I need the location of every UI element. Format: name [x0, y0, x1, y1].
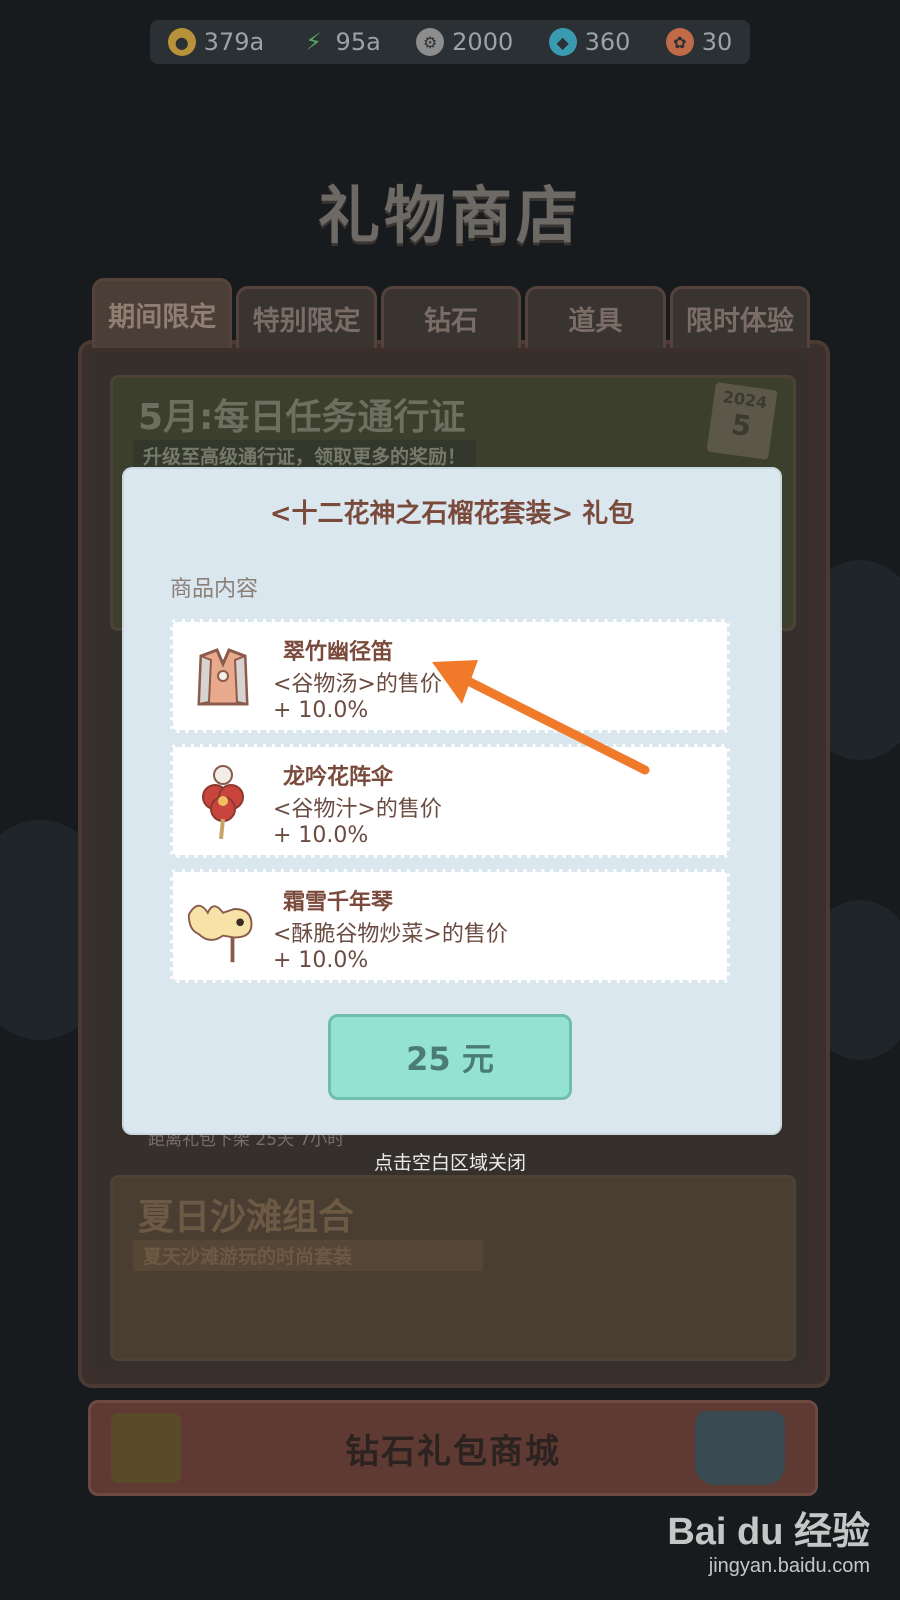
close-hint[interactable]: 点击空白区域关闭	[0, 1148, 900, 1175]
contents-label: 商品内容	[170, 577, 259, 602]
buy-button[interactable]: 25 元	[328, 1014, 572, 1100]
item-bonus: + 10.0%	[273, 948, 369, 973]
item-bonus: + 10.0%	[273, 698, 369, 723]
currency-ticket-value: 30	[701, 28, 733, 56]
watermark-logo: Bai du 经验	[667, 1511, 870, 1553]
gift-pack-modal: <十二花神之石榴花套装> 礼包 商品内容 翠竹幽径笛 <谷物汤>的售价 + 10…	[122, 467, 782, 1135]
page-title: 礼物商店	[317, 179, 582, 252]
item-description: <酥脆谷物炒菜>的售价	[273, 922, 508, 947]
item-description: <谷物汁>的售价	[273, 797, 442, 822]
shop-tabs: 期间限定 特别限定 钻石 道具 限时体验	[92, 278, 811, 348]
item-bonus: + 10.0%	[273, 823, 369, 848]
modal-title: <十二花神之石榴花套装> 礼包	[269, 499, 635, 529]
banner-beach-subtitle: 夏天沙滩游玩的时尚套装	[133, 1240, 483, 1271]
goldfish-lantern-icon	[185, 890, 261, 966]
diamond-shop-label: 钻石礼包商城	[345, 1431, 561, 1472]
currency-diamond[interactable]: ◆ 360	[548, 28, 631, 56]
item-name: 龙吟花阵伞	[283, 765, 394, 790]
lightning-icon: ⚡	[305, 28, 322, 56]
diamond-gift-shop-button[interactable]: 钻石礼包商城	[88, 1400, 818, 1496]
banner-beach-title: 夏日沙滩组合	[138, 1197, 355, 1238]
gift-item-card: 霜雪千年琴 <酥脆谷物炒菜>的售价 + 10.0%	[170, 869, 730, 983]
banner-pass-title: 5月:每日任务通行证	[138, 397, 466, 438]
baidu-watermark: Bai du 经验 jingyan.baidu.com	[667, 1500, 870, 1578]
tab-limited-period[interactable]: 期间限定	[92, 278, 233, 348]
currency-token-value: 2000	[452, 28, 514, 56]
currency-gold-value: 379a	[203, 28, 265, 56]
tab-special-limited[interactable]: 特别限定	[236, 286, 377, 348]
currency-bar: ● 379a ⚡ 95a ⚙ 2000 ◆ 360 ✿ 30	[150, 20, 750, 64]
item-name: 霜雪千年琴	[283, 890, 394, 915]
item-name: 翠竹幽径笛	[283, 640, 394, 665]
flower-umbrella-icon	[185, 765, 261, 841]
calendar-icon: 2024 5	[706, 382, 778, 460]
item-description: <谷物汤>的售价	[273, 672, 442, 697]
gear-token-icon: ⚙	[416, 28, 445, 56]
vest-icon	[185, 640, 261, 716]
currency-ticket[interactable]: ✿ 30	[665, 28, 733, 56]
currency-token[interactable]: ⚙ 2000	[416, 28, 513, 56]
currency-energy[interactable]: ⚡ 95a	[300, 28, 381, 56]
ticket-icon: ✿	[665, 28, 694, 56]
banner-summer-beach[interactable]: 夏日沙滩组合 夏天沙滩游玩的时尚套装	[110, 1175, 796, 1361]
gift-item-card: 翠竹幽径笛 <谷物汤>的售价 + 10.0%	[170, 619, 730, 733]
tab-items[interactable]: 道具	[525, 286, 666, 348]
treasure-chest-icon	[111, 1413, 181, 1483]
currency-diamond-value: 360	[584, 28, 631, 56]
diamond-basket-icon	[695, 1411, 785, 1485]
gift-item-card: 龙吟花阵伞 <谷物汁>的售价 + 10.0%	[170, 744, 730, 858]
tab-diamond[interactable]: 钻石	[380, 286, 522, 348]
watermark-url: jingyan.baidu.com	[708, 1555, 870, 1577]
diamond-icon: ◆	[548, 28, 577, 56]
tab-limited-trial[interactable]: 限时体验	[669, 286, 811, 348]
gold-coin-icon: ●	[167, 28, 196, 56]
currency-energy-value: 95a	[335, 28, 381, 56]
currency-gold[interactable]: ● 379a	[167, 28, 265, 56]
